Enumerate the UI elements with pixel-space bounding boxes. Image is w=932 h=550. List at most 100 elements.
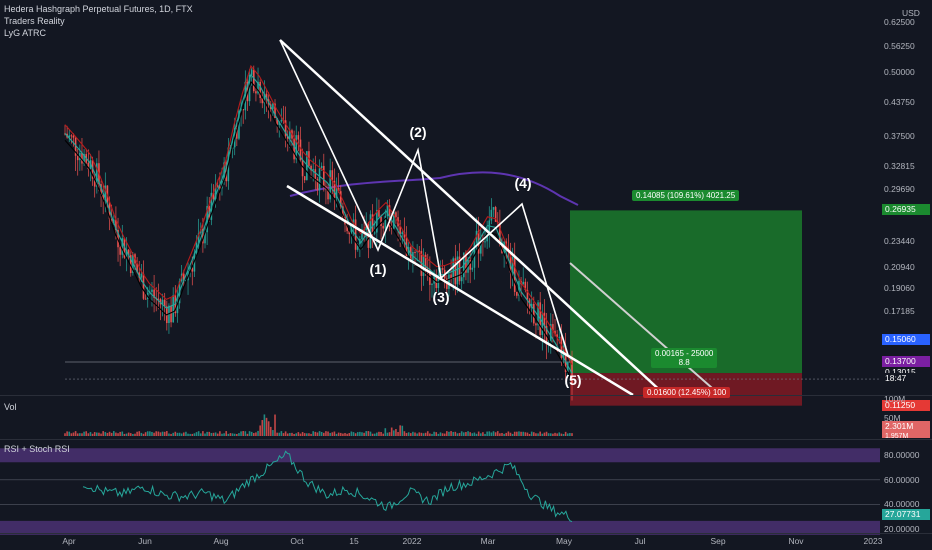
pane-separator-volume[interactable] — [0, 395, 932, 396]
volume-bar — [346, 433, 348, 436]
volume-bar — [112, 431, 115, 436]
time-tick: Sep — [710, 536, 726, 546]
volume-bar — [117, 433, 119, 436]
volume-bar — [159, 432, 162, 436]
candle-body — [484, 241, 486, 243]
volume-bar — [456, 433, 459, 436]
rsi-label: RSI + Stoch RSI — [4, 444, 70, 454]
volume-bar — [236, 433, 238, 436]
price-badge-blue: 0.15060 — [882, 334, 930, 346]
volume-bar — [168, 433, 170, 436]
volume-bar — [549, 433, 552, 436]
indicator-lyg-atrc[interactable]: LyG ATRC — [4, 28, 46, 39]
volume-bar — [248, 431, 251, 436]
volume-bar — [397, 432, 399, 436]
volume-bar — [276, 432, 278, 436]
candle-body — [151, 289, 153, 292]
volume-bar — [125, 433, 128, 436]
wave-label-1: (1) — [369, 261, 387, 277]
candle-body — [259, 81, 261, 98]
ema-black-line — [64, 80, 573, 381]
volume-bar — [119, 431, 121, 436]
volume-bar — [452, 431, 455, 436]
volume-bar — [180, 433, 183, 436]
volume-bar — [257, 430, 259, 436]
volume-bar — [422, 433, 425, 436]
volume-bar — [306, 433, 308, 436]
volume-bar — [435, 432, 438, 436]
price-tick: 0.62500 — [884, 17, 915, 28]
symbol-title: Hedera Hashgraph Perpetual Futures, 1D, … — [4, 4, 193, 14]
stop-label: 0.01600 (12.45%) 100 — [643, 387, 731, 398]
rsi-tick: 60.00000 — [884, 474, 920, 485]
volume-bar — [329, 432, 331, 436]
volume-bar — [214, 432, 217, 436]
candle-body — [490, 209, 493, 221]
pane-separator-rsi[interactable] — [0, 439, 932, 440]
volume-bar — [331, 432, 334, 436]
volume-bar — [473, 432, 476, 436]
volume-bar — [439, 432, 442, 436]
volume-bar — [356, 432, 359, 436]
candle-body — [250, 69, 253, 75]
volume-bar — [460, 431, 463, 436]
volume-bar — [471, 433, 474, 436]
volume-bar — [106, 432, 109, 436]
candle-body — [144, 298, 147, 300]
volume-bar — [233, 433, 236, 436]
volume-bar — [225, 431, 228, 436]
volume-bar — [295, 433, 298, 436]
volume-bar — [250, 431, 253, 436]
volume-bar — [216, 433, 219, 436]
time-axis-separator — [0, 533, 932, 534]
volume-bar — [303, 433, 306, 436]
volume-bar — [108, 431, 111, 436]
volume-bar — [282, 433, 285, 436]
volume-bar — [153, 432, 155, 436]
price-tick: 0.37500 — [884, 131, 915, 142]
volume-bar — [509, 432, 512, 436]
volume-bar — [420, 432, 423, 436]
volume-bar — [289, 432, 291, 436]
volume-bar — [543, 432, 546, 436]
volume-bar — [219, 431, 221, 436]
time-tick: May — [555, 536, 573, 546]
volume-bar — [323, 432, 325, 436]
volume-bar — [530, 431, 533, 436]
price-chart[interactable] — [0, 0, 932, 550]
volume-bar — [221, 433, 223, 436]
volume-bar — [299, 433, 302, 436]
volume-bar — [399, 425, 401, 436]
candle-body — [255, 91, 257, 94]
elliott-wave-path — [279, 39, 569, 356]
volume-bar — [210, 432, 213, 436]
volume-bar — [533, 432, 535, 436]
entry-label: 0.00165 - 25000 8.8 — [651, 348, 718, 368]
candle-body — [492, 207, 495, 210]
indicator-traders-reality[interactable]: Traders Reality — [4, 16, 65, 27]
volume-bar — [405, 432, 408, 436]
volume-bar — [327, 431, 329, 436]
volume-tick-100m: 100M — [884, 394, 906, 404]
volume-bar — [227, 433, 230, 436]
volume-bar — [373, 433, 376, 436]
wave-label-4: (4) — [514, 175, 532, 191]
candle-body — [303, 176, 306, 181]
volume-bar — [121, 431, 124, 436]
volume-bar — [208, 431, 211, 436]
volume-bar — [134, 433, 136, 436]
volume-bar — [395, 429, 397, 436]
candle-body — [558, 336, 561, 338]
volume-bar — [191, 433, 194, 436]
volume-bar — [376, 432, 378, 436]
volume-bar — [494, 432, 497, 436]
volume-bar — [388, 432, 391, 436]
volume-bar — [424, 432, 427, 436]
time-tick: 2023 — [863, 536, 883, 546]
volume-bar — [178, 432, 181, 436]
price-tick: 0.23440 — [884, 236, 915, 247]
volume-bar — [85, 431, 88, 436]
volume-bar — [477, 431, 480, 436]
target-label: 0.14085 (109.61%) 4021.25 — [632, 190, 740, 201]
volume-bar — [68, 431, 71, 436]
